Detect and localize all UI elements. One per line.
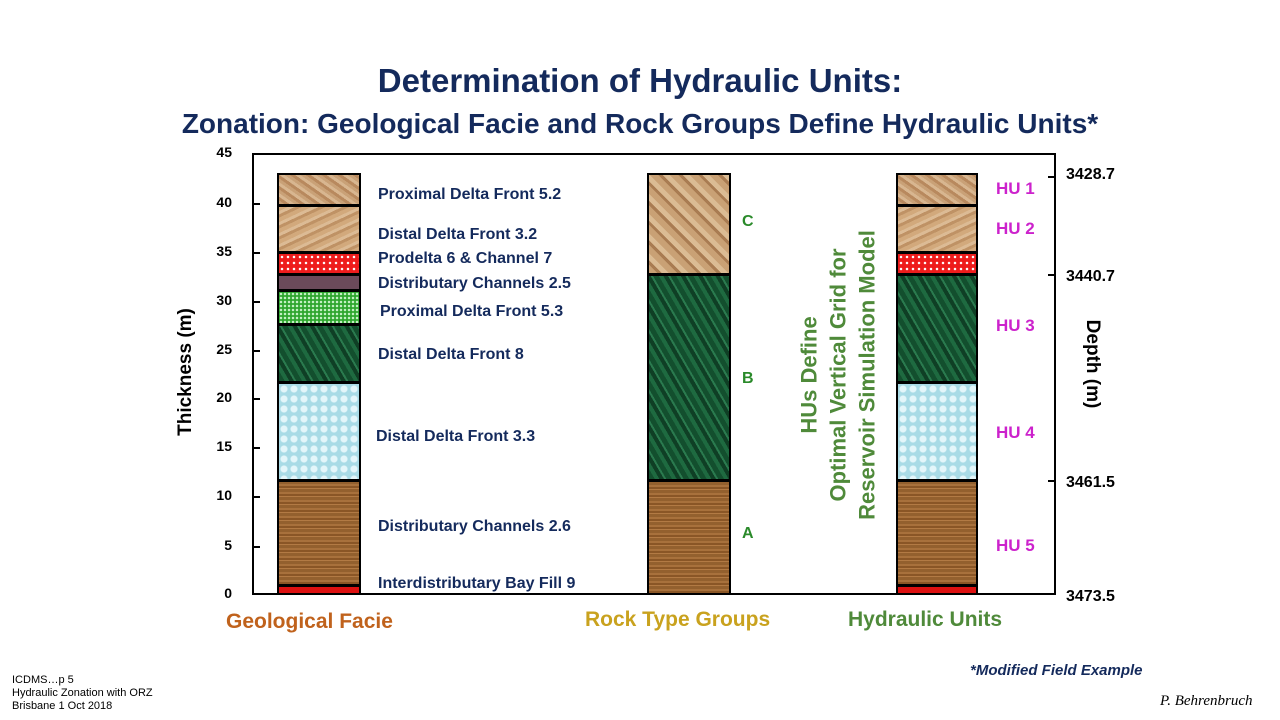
footnote: *Modified Field Example: [970, 662, 1143, 679]
rock-group-layer: [649, 276, 729, 482]
hu-label: HU 2: [996, 219, 1035, 238]
thickness-axis-label: Thickness (m): [175, 308, 196, 436]
depth-value: 3473.5: [1066, 588, 1115, 605]
thickness-tick-15: 15: [216, 438, 232, 454]
depth-value: 3461.5: [1066, 474, 1115, 491]
hu-label: HU 4: [996, 423, 1035, 442]
vertical-note-line: Reservoir Simulation Model: [854, 230, 880, 520]
tick-mark: [1048, 480, 1056, 482]
rock-type-column: [647, 173, 731, 595]
facie-label: Distal Delta Front 3.3: [376, 428, 536, 445]
tick-mark: [1048, 176, 1056, 178]
rock-group-label: B: [742, 370, 754, 387]
source-line: ICDMS…p 5: [12, 674, 74, 686]
facie-layer: [279, 175, 359, 207]
tick-mark: [252, 447, 260, 449]
author-signature: P. Behrenbruch: [1160, 693, 1253, 709]
rock-type-groups-title: Rock Type Groups: [585, 608, 771, 631]
facie-label: Distributary Channels 2.6: [378, 518, 571, 535]
thickness-tick-25: 25: [216, 341, 232, 357]
facie-layer: [279, 254, 359, 276]
facie-layer: [279, 292, 359, 326]
hu-layer: [898, 587, 976, 593]
hu-label: HU 3: [996, 316, 1035, 335]
thickness-tick-10: 10: [216, 487, 232, 503]
depth-axis-label: Depth (m): [1082, 319, 1103, 409]
rock-group-layer: [649, 175, 729, 276]
hu-layer: [898, 482, 976, 587]
tick-mark: [252, 252, 260, 254]
tick-mark: [252, 496, 260, 498]
depth-value: 3440.7: [1066, 268, 1115, 285]
slide-title: Determination of Hydraulic Units:: [377, 62, 903, 99]
facie-layer: [279, 276, 359, 292]
facie-label: Proximal Delta Front 5.3: [380, 303, 564, 320]
thickness-tick-35: 35: [216, 243, 232, 259]
facie-label: Interdistributary Bay Fill 9: [378, 575, 576, 592]
hydraulic-units-title: Hydraulic Units: [848, 608, 1003, 631]
hu-layer: [898, 207, 976, 254]
tick-mark: [1048, 274, 1056, 276]
facie-label: Distal Delta Front 8: [378, 346, 524, 363]
hu-layer: [898, 384, 976, 482]
source-line: Hydraulic Zonation with ORZ: [12, 687, 153, 699]
facie-label: Distributary Channels 2.5: [378, 275, 571, 292]
rock-group-label: A: [742, 525, 754, 542]
rock-group-layer: [649, 482, 729, 593]
hydraulic-units-column: [896, 173, 978, 595]
thickness-tick-30: 30: [216, 292, 232, 308]
source-line: Brisbane 1 Oct 2018: [12, 700, 113, 712]
geological-facie-title: Geological Facie: [226, 610, 393, 633]
depth-value: 3428.7: [1066, 166, 1115, 183]
thickness-tick-45: 45: [216, 144, 232, 160]
facie-layer: [279, 587, 359, 593]
hu-layer: [898, 276, 976, 384]
facie-layer: [279, 326, 359, 384]
facie-layer: [279, 384, 359, 482]
hu-label: HU 1: [996, 179, 1035, 198]
hu-layer: [898, 254, 976, 276]
vertical-note-line: Optimal Vertical Grid for: [825, 248, 851, 502]
tick-mark: [252, 350, 260, 352]
vertical-grid-note: HUs Define Optimal Vertical Grid for Res…: [795, 230, 882, 520]
hu-label: HU 5: [996, 536, 1035, 555]
vertical-note-line: HUs Define: [796, 316, 822, 434]
thickness-tick-0: 0: [224, 585, 232, 601]
tick-mark: [252, 398, 260, 400]
rock-group-label: C: [742, 213, 754, 230]
tick-mark: [252, 546, 260, 548]
facie-label: Prodelta 6 & Channel 7: [378, 250, 553, 267]
tick-mark: [252, 301, 260, 303]
facie-layer: [279, 207, 359, 254]
facie-label: Proximal Delta Front 5.2: [378, 186, 562, 203]
tick-mark: [252, 203, 260, 205]
thickness-tick-5: 5: [224, 537, 232, 553]
source-info: ICDMS…p 5 Hydraulic Zonation with ORZ Br…: [12, 674, 153, 713]
geological-facie-column: [277, 173, 361, 595]
facie-label: Distal Delta Front 3.2: [378, 226, 538, 243]
thickness-tick-20: 20: [216, 389, 232, 405]
facie-layer: [279, 482, 359, 587]
thickness-tick-40: 40: [216, 194, 232, 210]
slide-subtitle: Zonation: Geological Facie and Rock Grou…: [181, 108, 1099, 139]
hu-layer: [898, 175, 976, 207]
